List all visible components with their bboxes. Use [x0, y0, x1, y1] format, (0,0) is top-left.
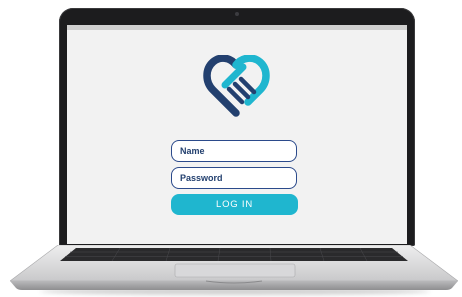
laptop-screen: Name Password LOG IN	[67, 25, 407, 244]
name-placeholder: Name	[180, 146, 205, 156]
laptop-lid: Name Password LOG IN	[59, 8, 415, 246]
password-placeholder: Password	[180, 173, 223, 183]
login-button-label: LOG IN	[215, 199, 253, 210]
laptop-base	[10, 245, 458, 290]
heart-hand-logo-icon	[203, 55, 270, 117]
login-button[interactable]: LOG IN	[171, 194, 298, 215]
name-input[interactable]: Name	[171, 140, 297, 162]
password-input[interactable]: Password	[171, 167, 297, 189]
webcam	[235, 12, 239, 16]
screen-top-bar	[67, 25, 407, 30]
